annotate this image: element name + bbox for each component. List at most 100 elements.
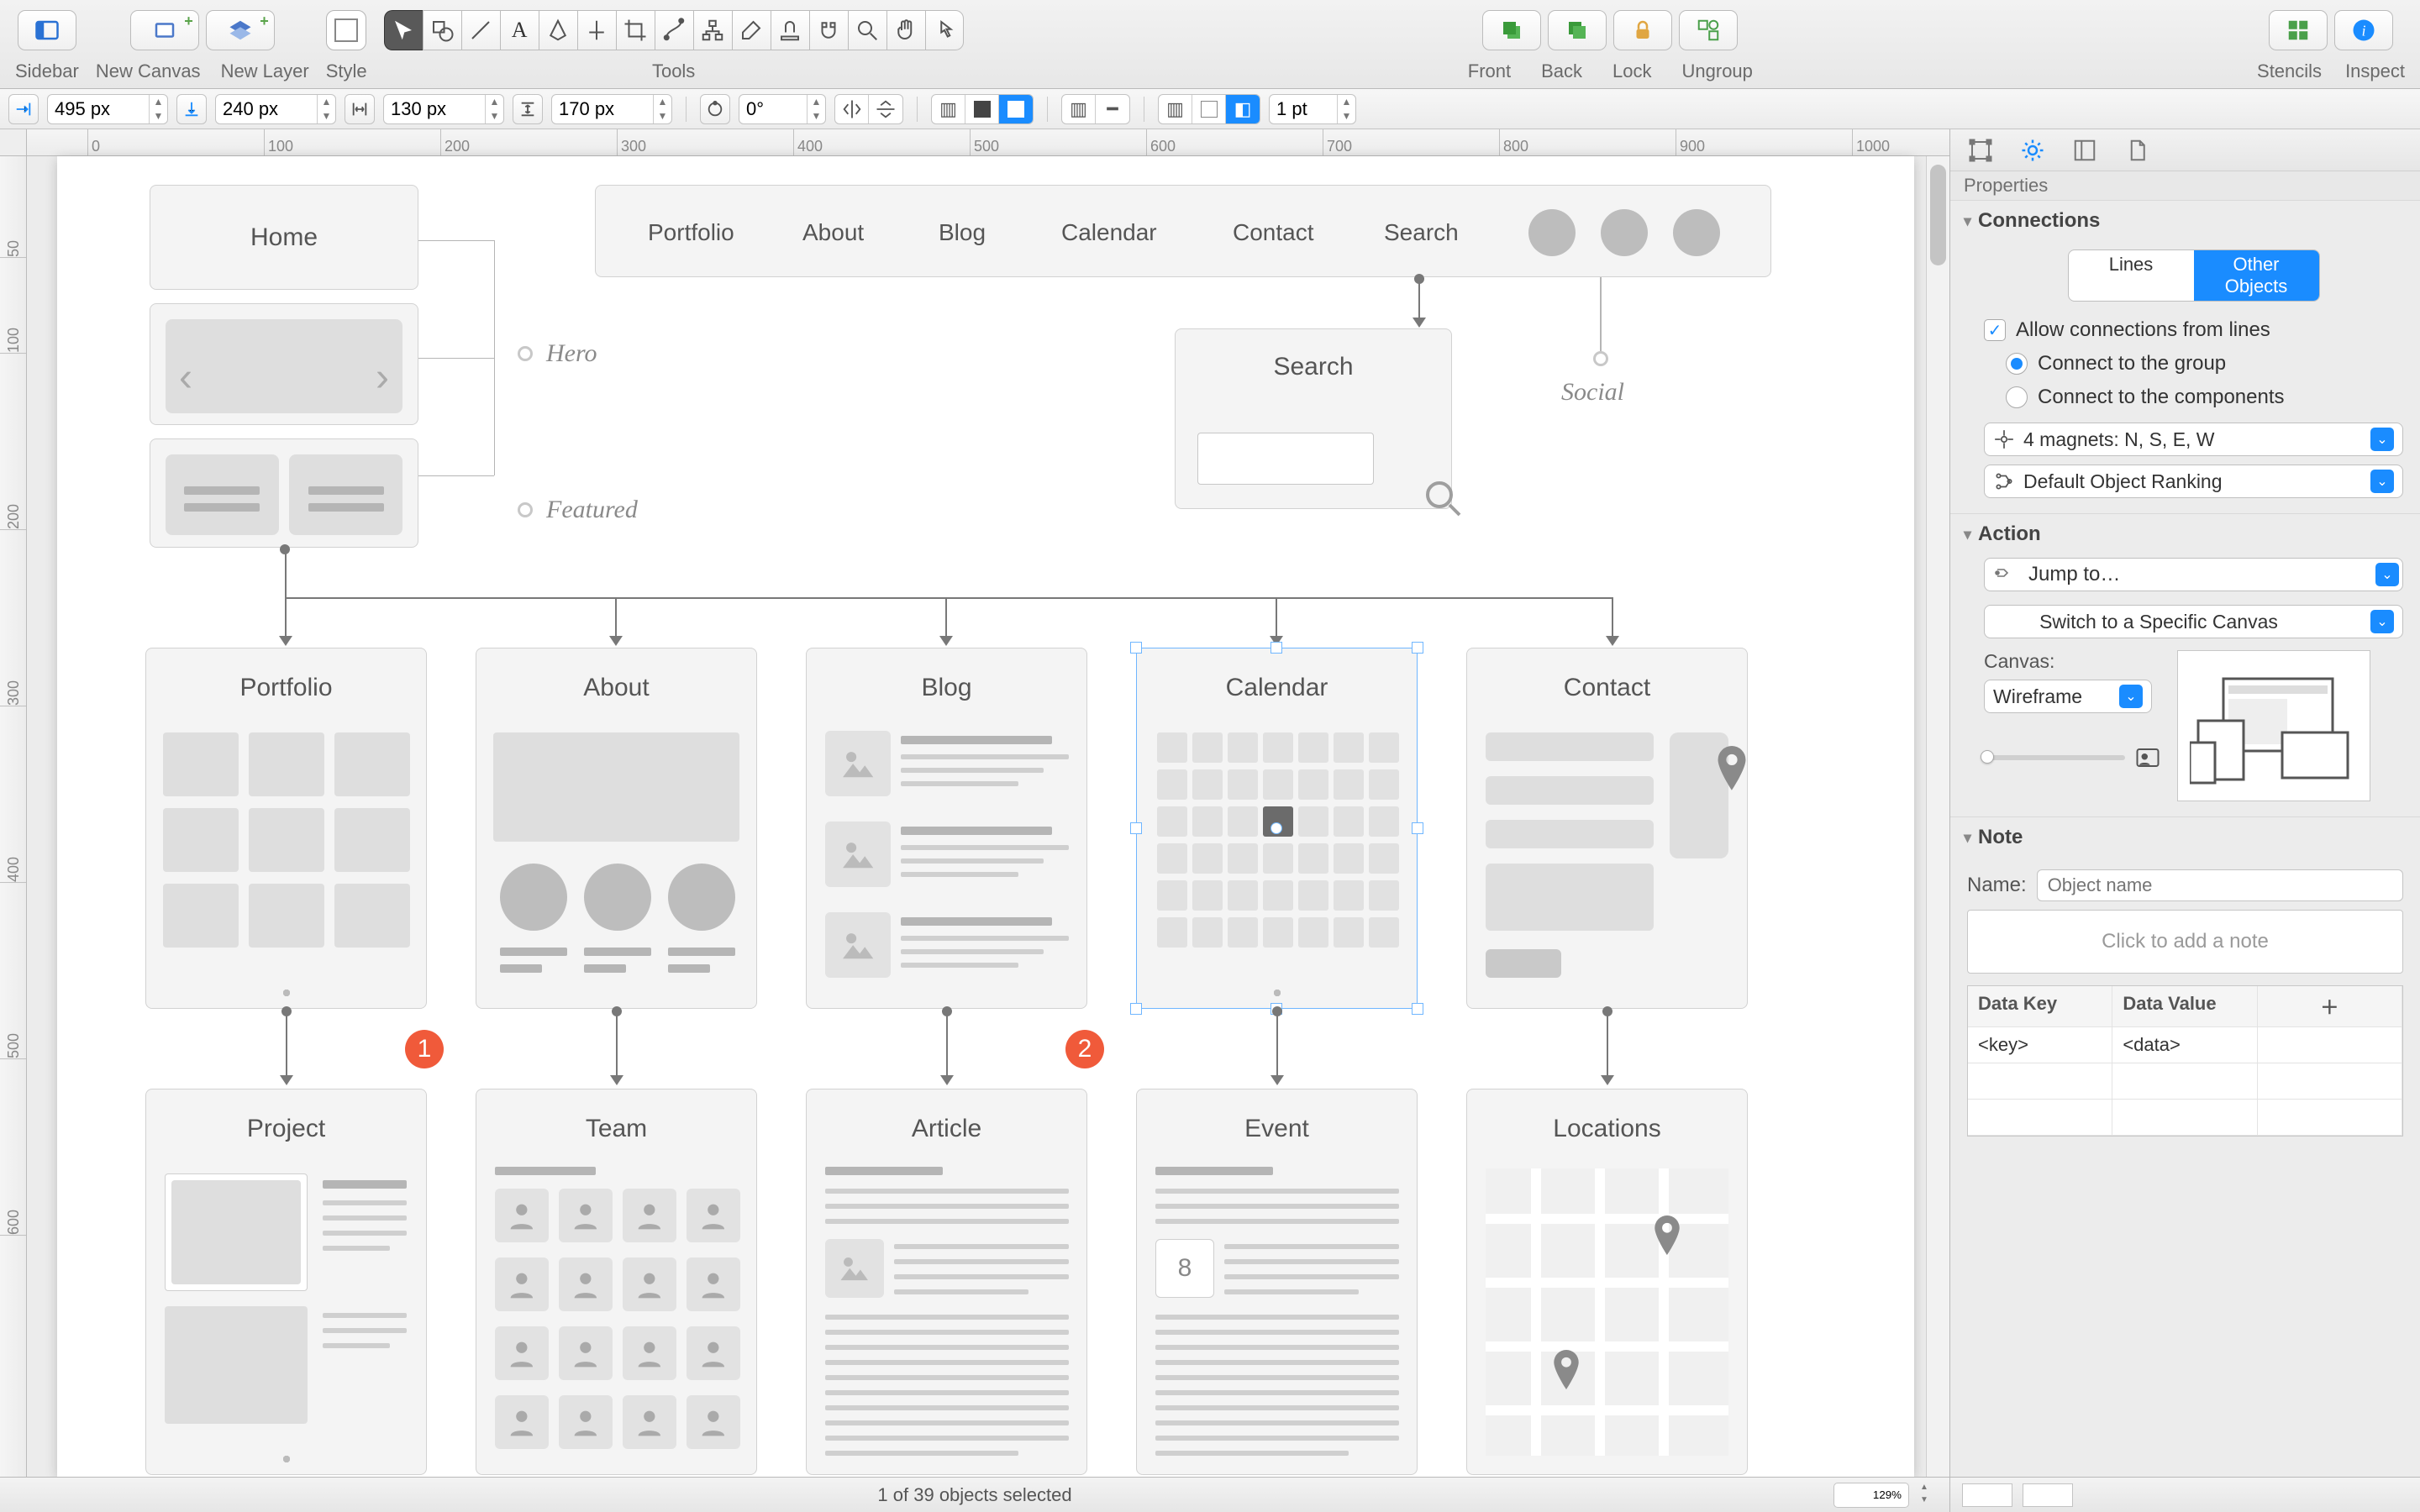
canvas-select[interactable]: Wireframe ⌄ bbox=[1984, 680, 2152, 713]
tool-pen[interactable] bbox=[539, 10, 577, 50]
width-icon[interactable] bbox=[345, 94, 375, 124]
tool-shape[interactable] bbox=[423, 10, 461, 50]
social-circle-2[interactable] bbox=[1601, 209, 1648, 256]
flip-seg[interactable] bbox=[834, 94, 903, 124]
flip-h-icon[interactable] bbox=[835, 95, 869, 123]
fill-solid[interactable] bbox=[965, 95, 999, 123]
stencils-button[interactable] bbox=[2269, 10, 2328, 50]
tool-crop[interactable] bbox=[616, 10, 655, 50]
allow-conn-checkbox[interactable]: ✓ bbox=[1984, 319, 2006, 341]
wf-nav-card[interactable]: Portfolio About Blog Calendar Contact Se… bbox=[595, 185, 1771, 277]
tool-magnet[interactable] bbox=[809, 10, 848, 50]
tool-hand[interactable] bbox=[886, 10, 925, 50]
conn-comp-radio[interactable] bbox=[2006, 386, 2028, 408]
wf-hero-panel[interactable]: ‹ › bbox=[150, 303, 418, 425]
flip-v-icon[interactable] bbox=[869, 95, 902, 123]
stroke-swatch[interactable] bbox=[2023, 1483, 2073, 1507]
wf-home-card[interactable]: Home bbox=[150, 185, 418, 290]
inspector-tab-object[interactable] bbox=[1965, 135, 1996, 165]
zoom-field[interactable] bbox=[1833, 1483, 1909, 1508]
tool-pointer[interactable] bbox=[925, 10, 964, 50]
switch-canvas-dropdown[interactable]: Switch to a Specific Canvas ⌄ bbox=[1984, 605, 2403, 638]
w-field[interactable]: ▲▼ bbox=[383, 94, 504, 124]
wf-locations-card[interactable]: Locations bbox=[1466, 1089, 1748, 1475]
height-icon[interactable] bbox=[513, 94, 543, 124]
sidebar-toggle-button[interactable] bbox=[18, 10, 76, 50]
fill-seg[interactable]: ▥ bbox=[931, 94, 1034, 124]
fill-none[interactable]: ▥ bbox=[932, 95, 965, 123]
tool-stamp[interactable] bbox=[771, 10, 809, 50]
wf-event-card[interactable]: Event 8 bbox=[1136, 1089, 1418, 1475]
shadow-none[interactable]: ▥ bbox=[1159, 95, 1192, 123]
social-circle-1[interactable] bbox=[1528, 209, 1576, 256]
y-field[interactable]: ▲▼ bbox=[215, 94, 336, 124]
data-table[interactable]: Data Key Data Value ＋ <key> <data> bbox=[1967, 985, 2403, 1137]
object-name-input[interactable] bbox=[2037, 869, 2403, 901]
section-action[interactable]: Action bbox=[1950, 514, 2420, 554]
wf-article-card[interactable]: Article bbox=[806, 1089, 1087, 1475]
section-note[interactable]: Note bbox=[1950, 817, 2420, 858]
add-data-row-button[interactable]: ＋ bbox=[2258, 986, 2402, 1027]
shadow-seg[interactable]: ▥ ◧ bbox=[1158, 94, 1260, 124]
seg-lines[interactable]: Lines bbox=[2069, 250, 2194, 301]
social-label: Social bbox=[1561, 378, 1624, 407]
front-button[interactable] bbox=[1482, 10, 1541, 50]
vertical-scrollbar[interactable] bbox=[1926, 156, 1949, 1477]
origin-x-icon[interactable] bbox=[8, 94, 39, 124]
rotation-icon[interactable] bbox=[700, 94, 730, 124]
origin-y-icon[interactable] bbox=[176, 94, 207, 124]
inspector-tab-properties[interactable] bbox=[2018, 135, 2048, 165]
x-field[interactable]: ▲▼ bbox=[47, 94, 168, 124]
magnets-dropdown[interactable]: 4 magnets: N, S, E, W ⌄ bbox=[1984, 423, 2403, 456]
style-swatch[interactable] bbox=[326, 10, 366, 50]
tool-hierarchy[interactable] bbox=[693, 10, 732, 50]
ranking-dropdown[interactable]: Default Object Ranking ⌄ bbox=[1984, 465, 2403, 498]
wf-blog-card[interactable]: Blog bbox=[806, 648, 1087, 1009]
tool-text[interactable]: A bbox=[500, 10, 539, 50]
shadow-color[interactable] bbox=[1192, 95, 1226, 123]
tool-point[interactable] bbox=[577, 10, 616, 50]
ungroup-button[interactable] bbox=[1679, 10, 1738, 50]
new-canvas-button[interactable]: + bbox=[130, 10, 199, 50]
wf-search-card[interactable]: Search bbox=[1175, 328, 1452, 509]
tool-connection[interactable] bbox=[655, 10, 693, 50]
wf-search-input[interactable] bbox=[1197, 433, 1374, 485]
new-layer-button[interactable]: + bbox=[206, 10, 275, 50]
tool-brush[interactable] bbox=[732, 10, 771, 50]
wf-portfolio-card[interactable]: Portfolio bbox=[145, 648, 427, 1009]
chevron-left-icon[interactable]: ‹ bbox=[179, 354, 192, 401]
section-connections[interactable]: Connections bbox=[1950, 201, 2420, 241]
stroke-style[interactable]: ━ bbox=[1096, 95, 1129, 123]
canvas-thumbnail[interactable] bbox=[2177, 650, 2370, 801]
shadow-on[interactable]: ◧ bbox=[1226, 95, 1260, 123]
inspector-tab-document[interactable] bbox=[2122, 135, 2152, 165]
wf-project-card[interactable]: Project bbox=[145, 1089, 427, 1475]
stroke-none[interactable]: ▥ bbox=[1062, 95, 1096, 123]
stroke-seg[interactable]: ▥ ━ bbox=[1061, 94, 1130, 124]
fill-on[interactable] bbox=[999, 95, 1033, 123]
seg-other[interactable]: Other Objects bbox=[2194, 250, 2319, 301]
note-input[interactable]: Click to add a note bbox=[1967, 910, 2403, 974]
inspector-tab-canvas[interactable] bbox=[2070, 135, 2100, 165]
connections-seg[interactable]: Lines Other Objects bbox=[2068, 249, 2320, 302]
wf-featured-panel[interactable] bbox=[150, 438, 418, 548]
tool-select[interactable] bbox=[384, 10, 423, 50]
jump-dropdown[interactable]: Jump to… ⌄ bbox=[1984, 558, 2403, 591]
wf-team-card[interactable]: Team bbox=[476, 1089, 757, 1475]
tool-zoom[interactable] bbox=[848, 10, 886, 50]
social-circle-3[interactable] bbox=[1673, 209, 1720, 256]
inspect-button[interactable]: i bbox=[2334, 10, 2393, 50]
stroke-weight-field[interactable]: ▲▼ bbox=[1269, 94, 1356, 124]
canvas-area[interactable]: 0 100 200 300 400 500 600 700 800 900 10… bbox=[0, 129, 1949, 1477]
rot-field[interactable]: ▲▼ bbox=[739, 94, 826, 124]
wf-about-card[interactable]: About bbox=[476, 648, 757, 1009]
back-button[interactable] bbox=[1548, 10, 1607, 50]
h-field[interactable]: ▲▼ bbox=[551, 94, 672, 124]
wf-contact-card[interactable]: Contact bbox=[1466, 648, 1748, 1009]
tool-line[interactable] bbox=[461, 10, 500, 50]
chevron-right-icon[interactable]: › bbox=[376, 354, 389, 401]
fill-swatch[interactable] bbox=[1962, 1483, 2012, 1507]
lock-button[interactable] bbox=[1613, 10, 1672, 50]
conn-group-radio[interactable] bbox=[2006, 353, 2028, 375]
canvas-paper[interactable]: Home ‹ › bbox=[57, 156, 1914, 1477]
